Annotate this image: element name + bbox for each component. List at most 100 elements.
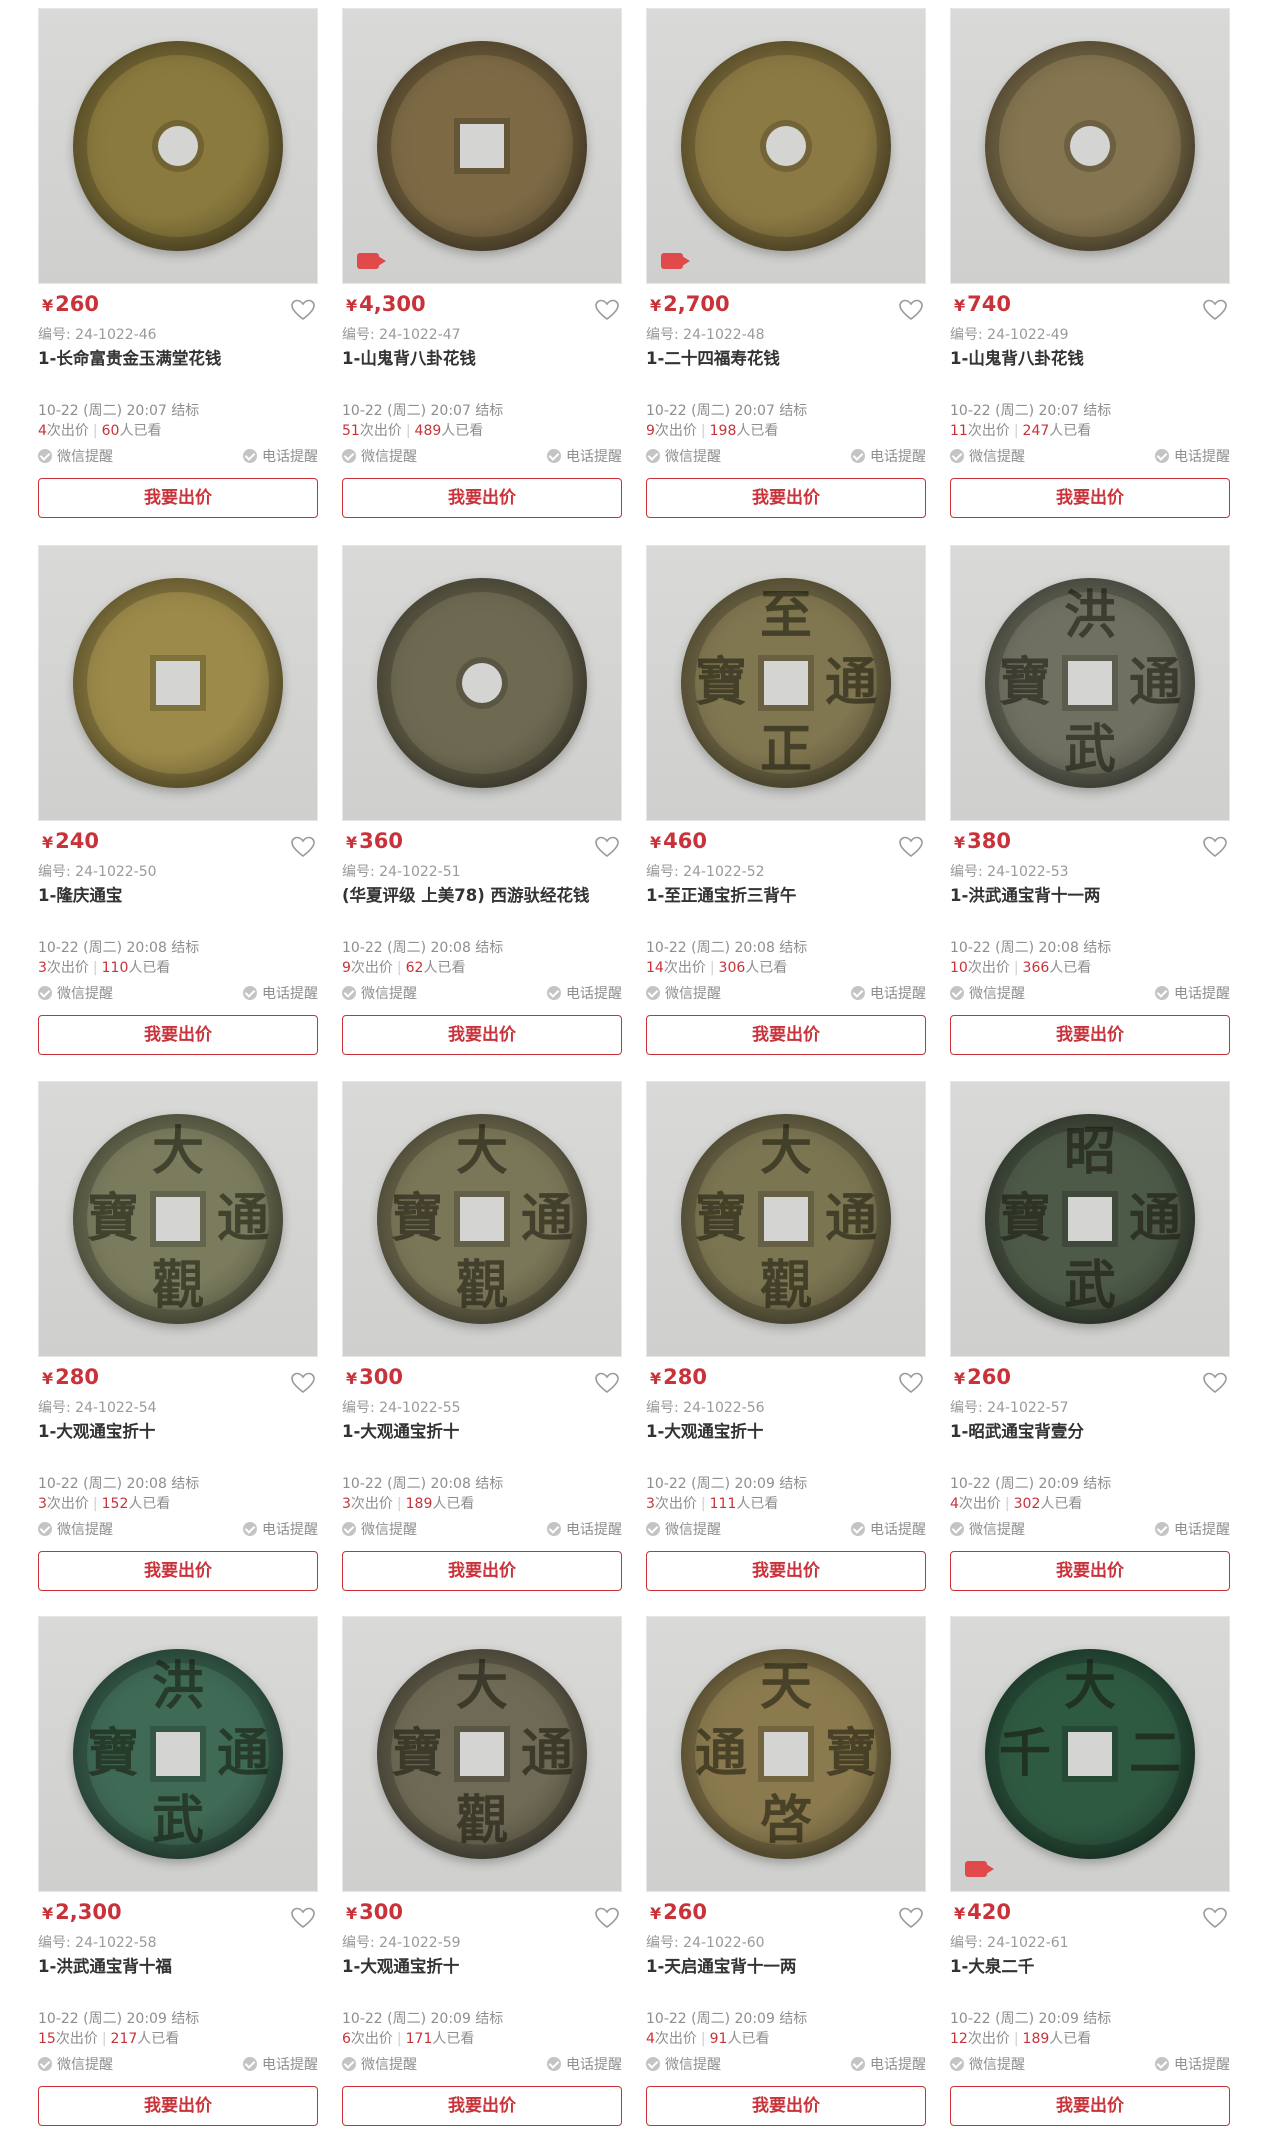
wechat-remind-toggle[interactable]: 微信提醒 <box>950 983 1025 1003</box>
place-bid-button[interactable]: 我要出价 <box>950 478 1230 518</box>
item-title[interactable]: 1-洪武通宝背十一两 <box>950 882 1230 906</box>
favorite-heart-icon[interactable] <box>290 835 316 859</box>
coin-photo[interactable] <box>38 545 318 821</box>
item-title[interactable]: 1-洪武通宝背十福 <box>38 1953 318 1977</box>
favorite-heart-icon[interactable] <box>290 1371 316 1395</box>
favorite-heart-icon[interactable] <box>898 298 924 322</box>
phone-remind-toggle[interactable]: 电话提醒 <box>547 1519 622 1539</box>
place-bid-button[interactable]: 我要出价 <box>38 1015 318 1055</box>
phone-remind-toggle[interactable]: 电话提醒 <box>243 983 318 1003</box>
favorite-heart-icon[interactable] <box>898 1906 924 1930</box>
place-bid-button[interactable]: 我要出价 <box>342 2086 622 2126</box>
item-title[interactable]: 1-山鬼背八卦花钱 <box>950 345 1230 369</box>
favorite-heart-icon[interactable] <box>290 1906 316 1930</box>
place-bid-button[interactable]: 我要出价 <box>38 1551 318 1591</box>
wechat-remind-toggle[interactable]: 微信提醒 <box>950 446 1025 466</box>
favorite-heart-icon[interactable] <box>594 1371 620 1395</box>
favorite-heart-icon[interactable] <box>898 835 924 859</box>
check-circle-icon <box>950 1522 964 1536</box>
coin-photo[interactable]: 大千 二 <box>950 1616 1230 1892</box>
coin-photo[interactable]: 洪武寶 通 <box>38 1616 318 1892</box>
phone-remind-toggle[interactable]: 电话提醒 <box>243 1519 318 1539</box>
coin-image: 大觀寶 通 <box>377 1649 587 1859</box>
favorite-heart-icon[interactable] <box>1202 1371 1228 1395</box>
item-title[interactable]: 1-隆庆通宝 <box>38 882 318 906</box>
wechat-remind-toggle[interactable]: 微信提醒 <box>342 983 417 1003</box>
coin-photo[interactable] <box>38 8 318 284</box>
phone-remind-toggle[interactable]: 电话提醒 <box>851 446 926 466</box>
phone-remind-toggle[interactable]: 电话提醒 <box>1155 1519 1230 1539</box>
place-bid-button[interactable]: 我要出价 <box>950 1551 1230 1591</box>
item-title[interactable]: (华夏评级 上美78) 西游驮经花钱 <box>342 882 622 906</box>
phone-remind-toggle[interactable]: 电话提醒 <box>243 446 318 466</box>
favorite-heart-icon[interactable] <box>594 1906 620 1930</box>
item-title[interactable]: 1-天启通宝背十一两 <box>646 1953 926 1977</box>
phone-remind-toggle[interactable]: 电话提醒 <box>243 2054 318 2074</box>
item-title[interactable]: 1-大观通宝折十 <box>38 1418 318 1442</box>
phone-remind-toggle[interactable]: 电话提醒 <box>1155 2054 1230 2074</box>
wechat-remind-toggle[interactable]: 微信提醒 <box>950 2054 1025 2074</box>
phone-remind-toggle[interactable]: 电话提醒 <box>547 2054 622 2074</box>
phone-remind-toggle[interactable]: 电话提醒 <box>1155 446 1230 466</box>
phone-remind-toggle[interactable]: 电话提醒 <box>1155 983 1230 1003</box>
coin-photo[interactable] <box>342 545 622 821</box>
place-bid-button[interactable]: 我要出价 <box>646 1551 926 1591</box>
coin-photo[interactable]: 洪武寶 通 <box>950 545 1230 821</box>
wechat-remind-toggle[interactable]: 微信提醒 <box>342 2054 417 2074</box>
place-bid-button[interactable]: 我要出价 <box>646 1015 926 1055</box>
coin-photo[interactable] <box>950 8 1230 284</box>
item-title[interactable]: 1-大观通宝折十 <box>342 1953 622 1977</box>
item-title[interactable]: 1-二十四福寿花钱 <box>646 345 926 369</box>
wechat-remind-toggle[interactable]: 微信提醒 <box>38 2054 113 2074</box>
place-bid-button[interactable]: 我要出价 <box>646 2086 926 2126</box>
wechat-remind-toggle[interactable]: 微信提醒 <box>38 446 113 466</box>
phone-remind-toggle[interactable]: 电话提醒 <box>851 2054 926 2074</box>
favorite-heart-icon[interactable] <box>594 298 620 322</box>
coin-photo[interactable]: 大觀寶 通 <box>38 1081 318 1357</box>
favorite-heart-icon[interactable] <box>898 1371 924 1395</box>
place-bid-button[interactable]: 我要出价 <box>38 2086 318 2126</box>
wechat-remind-toggle[interactable]: 微信提醒 <box>38 1519 113 1539</box>
item-title[interactable]: 1-大观通宝折十 <box>342 1418 622 1442</box>
coin-photo[interactable] <box>646 8 926 284</box>
item-title[interactable]: 1-山鬼背八卦花钱 <box>342 345 622 369</box>
wechat-remind-toggle[interactable]: 微信提醒 <box>646 2054 721 2074</box>
item-title[interactable]: 1-大泉二千 <box>950 1953 1230 1977</box>
favorite-heart-icon[interactable] <box>1202 835 1228 859</box>
wechat-remind-toggle[interactable]: 微信提醒 <box>38 983 113 1003</box>
coin-character: 千 <box>998 1723 1051 1784</box>
favorite-heart-icon[interactable] <box>594 835 620 859</box>
item-title[interactable]: 1-长命富贵金玉满堂花钱 <box>38 345 318 369</box>
item-title[interactable]: 1-大观通宝折十 <box>646 1418 926 1442</box>
coin-photo[interactable]: 至正寶 通 <box>646 545 926 821</box>
wechat-remind-toggle[interactable]: 微信提醒 <box>646 983 721 1003</box>
favorite-heart-icon[interactable] <box>1202 298 1228 322</box>
wechat-remind-toggle[interactable]: 微信提醒 <box>646 446 721 466</box>
place-bid-button[interactable]: 我要出价 <box>342 1015 622 1055</box>
wechat-remind-toggle[interactable]: 微信提醒 <box>342 1519 417 1539</box>
wechat-remind-toggle[interactable]: 微信提醒 <box>342 446 417 466</box>
place-bid-button[interactable]: 我要出价 <box>950 2086 1230 2126</box>
wechat-remind-toggle[interactable]: 微信提醒 <box>646 1519 721 1539</box>
phone-remind-toggle[interactable]: 电话提醒 <box>547 446 622 466</box>
phone-remind-toggle[interactable]: 电话提醒 <box>851 1519 926 1539</box>
coin-photo[interactable]: 大觀寶 通 <box>646 1081 926 1357</box>
phone-remind-toggle[interactable]: 电话提醒 <box>547 983 622 1003</box>
place-bid-button[interactable]: 我要出价 <box>950 1015 1230 1055</box>
item-title[interactable]: 1-昭武通宝背壹分 <box>950 1418 1230 1442</box>
place-bid-button[interactable]: 我要出价 <box>38 478 318 518</box>
coin-photo[interactable]: 大觀寶 通 <box>342 1616 622 1892</box>
wechat-remind-toggle[interactable]: 微信提醒 <box>950 1519 1025 1539</box>
coin-photo[interactable]: 天啓通 寶 <box>646 1616 926 1892</box>
item-title[interactable]: 1-至正通宝折三背午 <box>646 882 926 906</box>
place-bid-button[interactable]: 我要出价 <box>342 1551 622 1591</box>
favorite-heart-icon[interactable] <box>1202 1906 1228 1930</box>
phone-remind-toggle[interactable]: 电话提醒 <box>851 983 926 1003</box>
place-bid-button[interactable]: 我要出价 <box>646 478 926 518</box>
favorite-heart-icon[interactable] <box>290 298 316 322</box>
coin-photo[interactable]: 大觀寶 通 <box>342 1081 622 1357</box>
coin-photo[interactable] <box>342 8 622 284</box>
view-count-label: 人已看 <box>736 1496 779 1512</box>
place-bid-button[interactable]: 我要出价 <box>342 478 622 518</box>
coin-photo[interactable]: 昭武寶 通 <box>950 1081 1230 1357</box>
